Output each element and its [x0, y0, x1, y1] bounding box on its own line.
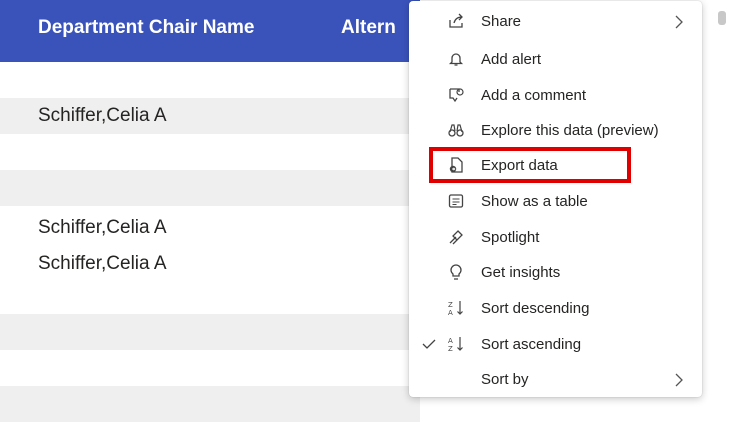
menu-item-share[interactable]: Share — [409, 5, 702, 39]
column-header-department-chair[interactable]: Department Chair Name — [38, 17, 254, 39]
menu-item-sort-ascending[interactable]: AZ Sort ascending — [409, 328, 702, 362]
svg-text:A: A — [448, 309, 453, 317]
department-chair-cell: Schiffer,Celia A — [38, 217, 167, 238]
table-icon — [448, 194, 464, 208]
svg-text:Z: Z — [448, 301, 453, 309]
share-icon — [449, 13, 463, 28]
menu-item-label: Add alert — [481, 51, 542, 68]
lightbulb-icon — [450, 264, 462, 280]
table-row[interactable] — [0, 350, 420, 386]
menu-item-label: Sort ascending — [481, 336, 582, 353]
table-row[interactable] — [0, 134, 420, 170]
table-row[interactable]: Schiffer,Celia A — [0, 210, 420, 246]
menu-item-label: Sort by — [481, 371, 529, 388]
export-data-highlight — [429, 147, 631, 183]
department-chair-cell: Schiffer,Celia A — [38, 253, 167, 274]
table-header: Department Chair Name Altern — [0, 0, 420, 62]
menu-item-explore-data[interactable]: Explore this data (preview) — [409, 114, 702, 148]
menu-item-label: Spotlight — [481, 229, 540, 246]
menu-item-spotlight[interactable]: Spotlight — [409, 221, 702, 255]
menu-item-label: Get insights — [481, 264, 561, 281]
department-chair-cell: Schiffer,Celia A — [38, 105, 167, 126]
menu-item-label: Add a comment — [481, 87, 587, 104]
chevron-right-icon — [675, 373, 683, 387]
sort-ascending-icon: AZ — [448, 337, 463, 353]
menu-item-label: Sort descending — [481, 300, 590, 317]
table-row[interactable] — [0, 62, 420, 98]
menu-item-sort-descending[interactable]: ZA Sort descending — [409, 292, 702, 326]
menu-item-show-as-table[interactable]: Show as a table — [409, 185, 702, 219]
menu-item-label: Explore this data (preview) — [481, 122, 659, 139]
menu-item-label: Share — [481, 13, 522, 30]
svg-text:A: A — [448, 337, 453, 345]
menu-item-label: Show as a table — [481, 193, 588, 210]
table-row[interactable]: Schiffer,Celia A — [0, 98, 420, 134]
spotlight-icon — [449, 230, 463, 245]
scrollbar-thumb[interactable] — [718, 11, 726, 25]
column-header-alternate[interactable]: Altern — [341, 17, 396, 39]
comment-icon — [449, 88, 464, 103]
table-row[interactable] — [0, 386, 420, 422]
table-row[interactable] — [0, 314, 420, 350]
menu-item-add-comment[interactable]: Add a comment — [409, 79, 702, 113]
context-menu: Share Add alert Add a comment Explore th… — [409, 1, 702, 397]
table-row[interactable] — [0, 282, 420, 318]
checkmark-icon — [422, 339, 436, 349]
table-row[interactable]: Schiffer,Celia A — [0, 246, 420, 282]
binoculars-icon — [448, 124, 464, 137]
sort-descending-icon: ZA — [448, 301, 463, 317]
menu-item-get-insights[interactable]: Get insights — [409, 256, 702, 290]
menu-item-sort-by[interactable]: Sort by — [409, 363, 702, 397]
menu-item-add-alert[interactable]: Add alert — [409, 43, 702, 77]
bell-icon — [448, 53, 464, 66]
table-row[interactable] — [0, 170, 420, 206]
svg-text:Z: Z — [448, 345, 453, 353]
chevron-right-icon — [675, 15, 683, 29]
